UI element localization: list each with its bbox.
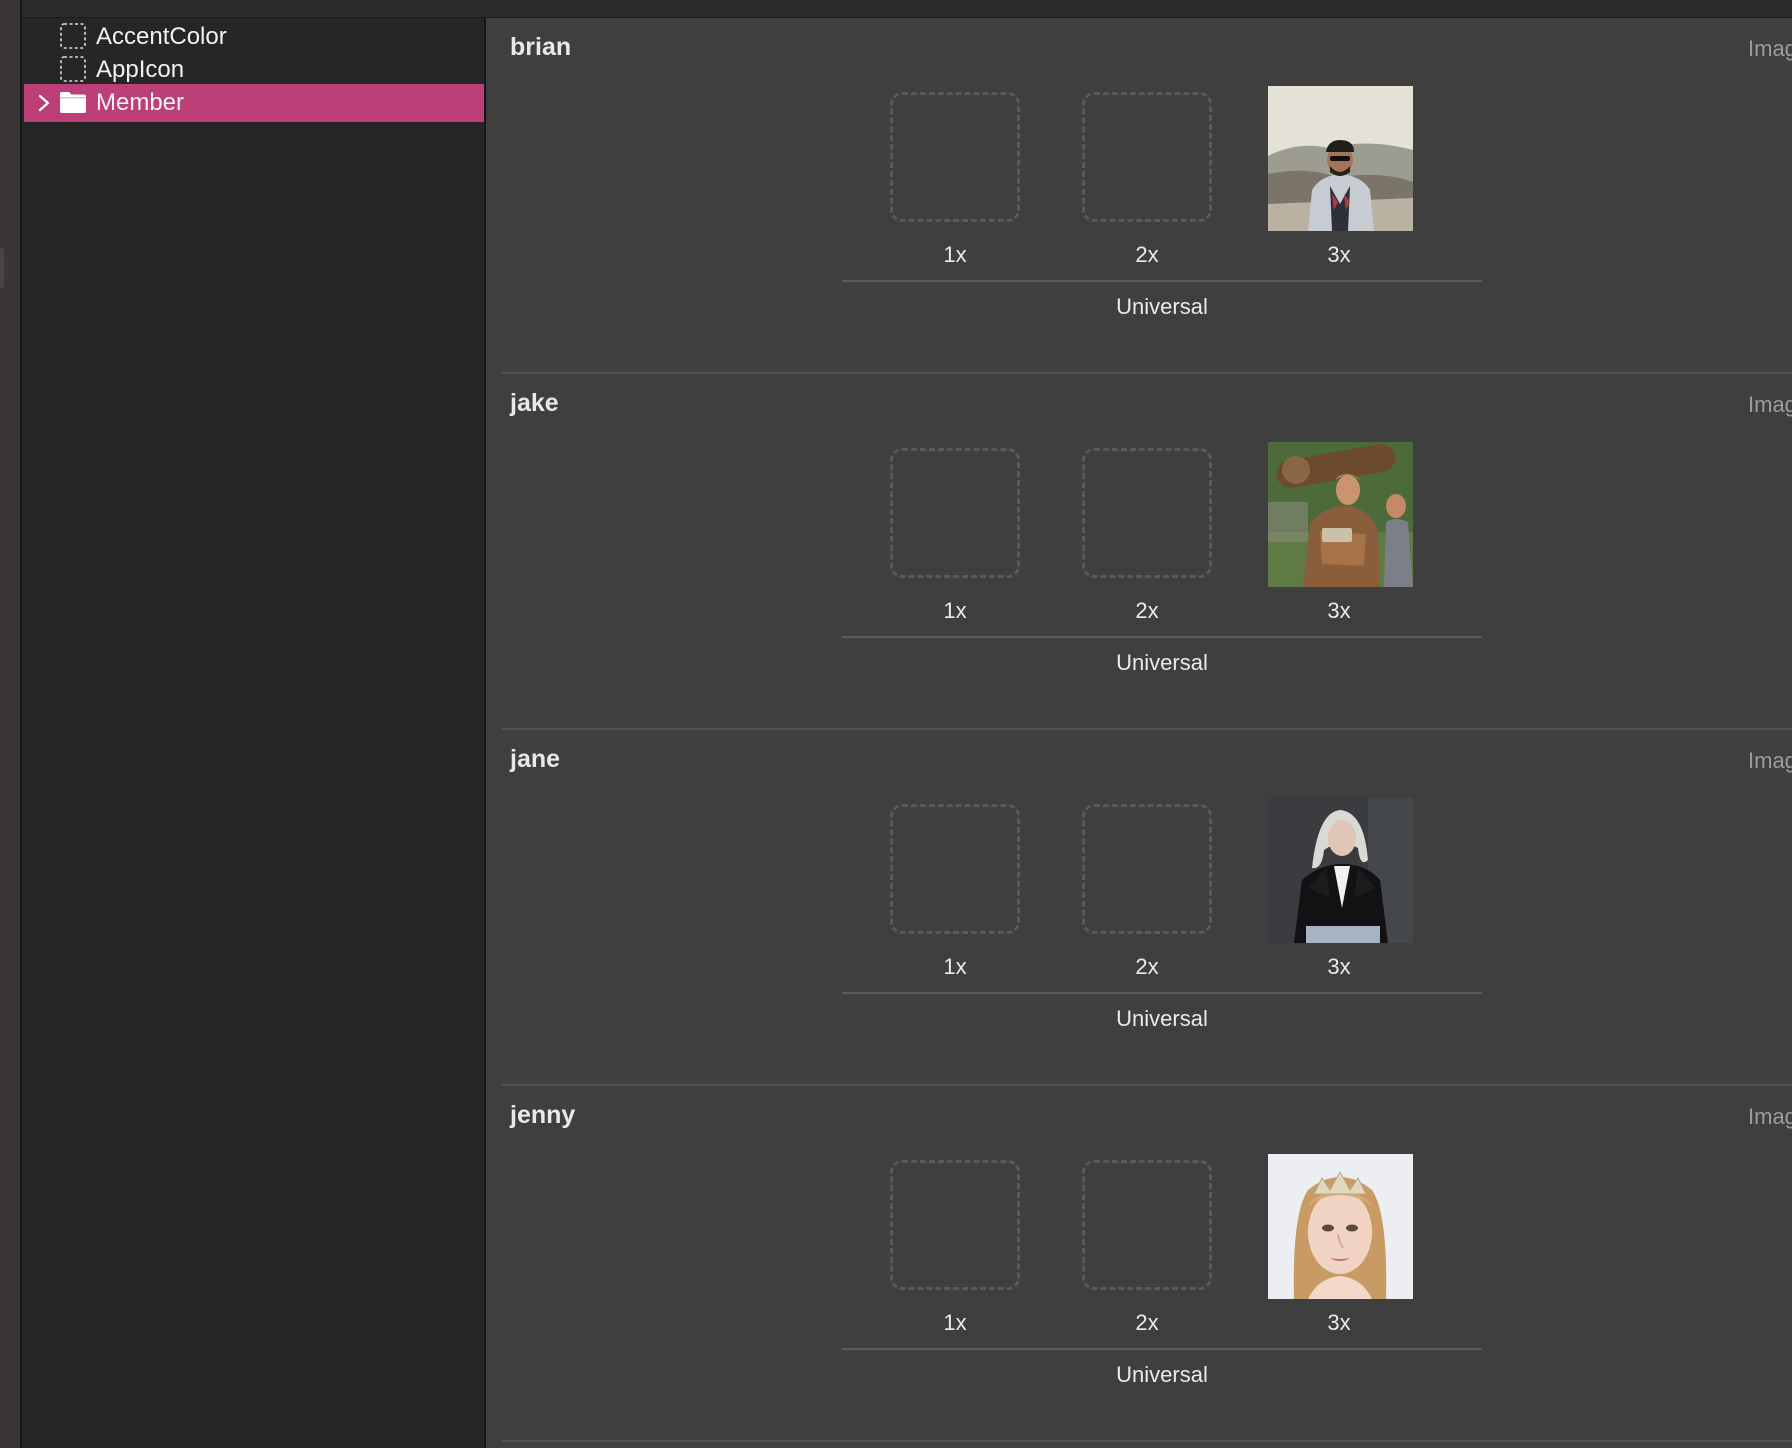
- slot-label-2x: 2x: [1135, 1310, 1159, 1335]
- slot-divider: [842, 992, 1482, 994]
- slot-label-2x: 2x: [1135, 598, 1159, 623]
- image-set-type-label: Imag: [1748, 36, 1792, 61]
- slot-label-3x: 3x: [1327, 242, 1351, 267]
- image-set-brian: brian Imag 1x 2x 3x Universal: [502, 18, 1792, 374]
- slot-label-2x: 2x: [1135, 242, 1159, 267]
- dashed-square-icon: [60, 23, 86, 49]
- slot-label-1x: 1x: [943, 1310, 967, 1335]
- slot-divider: [842, 280, 1482, 282]
- slot-2x-drop-well[interactable]: [1082, 448, 1212, 578]
- dashed-square-icon: [60, 56, 86, 82]
- photo-man-cap-sunglasses: [1268, 86, 1413, 231]
- image-set-name[interactable]: brian: [510, 32, 571, 62]
- slot-3x-image-jenny[interactable]: [1268, 1154, 1413, 1299]
- idiom-label: Universal: [1116, 650, 1208, 675]
- xcode-asset-catalog-window: AccentColor AppIcon Member brian Imag 1x…: [0, 0, 1792, 1448]
- slot-label-3x: 3x: [1327, 1310, 1351, 1335]
- image-set-type-label: Imag: [1748, 748, 1792, 773]
- slot-1x-drop-well[interactable]: [890, 448, 1020, 578]
- slot-3x-image-jane[interactable]: [1268, 798, 1413, 943]
- idiom-label: Universal: [1116, 1006, 1208, 1031]
- sidebar-item-label: Member: [96, 89, 185, 116]
- slot-label-3x: 3x: [1327, 598, 1351, 623]
- slot-3x-image-jake[interactable]: [1268, 442, 1413, 587]
- slot-2x-drop-well[interactable]: [1082, 92, 1212, 222]
- slot-divider: [842, 636, 1482, 638]
- slot-label-2x: 2x: [1135, 954, 1159, 979]
- slot-3x-image-brian[interactable]: [1268, 86, 1413, 231]
- sidebar-item-label: AccentColor: [96, 23, 227, 50]
- slot-1x-drop-well[interactable]: [890, 92, 1020, 222]
- folder-icon: [60, 92, 86, 113]
- slot-1x-drop-well[interactable]: [890, 804, 1020, 934]
- asset-list-sidebar: AccentColor AppIcon Member: [22, 18, 486, 1448]
- sidebar-item-member[interactable]: Member: [24, 84, 484, 122]
- image-set-name[interactable]: jane: [510, 744, 560, 774]
- idiom-label: Universal: [1116, 1362, 1208, 1387]
- image-set-type-label: Imag: [1748, 1104, 1792, 1129]
- image-set-name[interactable]: jake: [510, 388, 559, 418]
- navigator-edge: [0, 0, 22, 1448]
- image-set-jane: jane Imag 1x 2x 3x Universal: [502, 730, 1792, 1086]
- slot-label-1x: 1x: [943, 598, 967, 623]
- photo-woman-leather-jacket: [1268, 798, 1413, 943]
- asset-detail-area: brian Imag 1x 2x 3x Universal jake Imag …: [486, 18, 1792, 1448]
- slot-2x-drop-well[interactable]: [1082, 804, 1212, 934]
- image-set-jake: jake Imag 1x 2x 3x Universal: [502, 374, 1792, 730]
- breadcrumb-bar: [0, 0, 1792, 18]
- slot-label-3x: 3x: [1327, 954, 1351, 979]
- photo-woman-tiara: [1268, 1154, 1413, 1299]
- image-set-jenny: jenny Imag 1x 2x 3x Universal: [502, 1086, 1792, 1442]
- slot-divider: [842, 1348, 1482, 1350]
- slot-label-1x: 1x: [943, 954, 967, 979]
- photo-man-carrying-log: [1268, 442, 1413, 587]
- idiom-label: Universal: [1116, 294, 1208, 319]
- edge-handle[interactable]: [0, 248, 4, 288]
- chevron-right-icon[interactable]: [37, 93, 51, 113]
- slot-2x-drop-well[interactable]: [1082, 1160, 1212, 1290]
- slot-1x-drop-well[interactable]: [890, 1160, 1020, 1290]
- image-set-name[interactable]: jenny: [510, 1100, 575, 1130]
- image-set-type-label: Imag: [1748, 392, 1792, 417]
- sidebar-item-label: AppIcon: [96, 56, 185, 83]
- slot-label-1x: 1x: [943, 242, 967, 267]
